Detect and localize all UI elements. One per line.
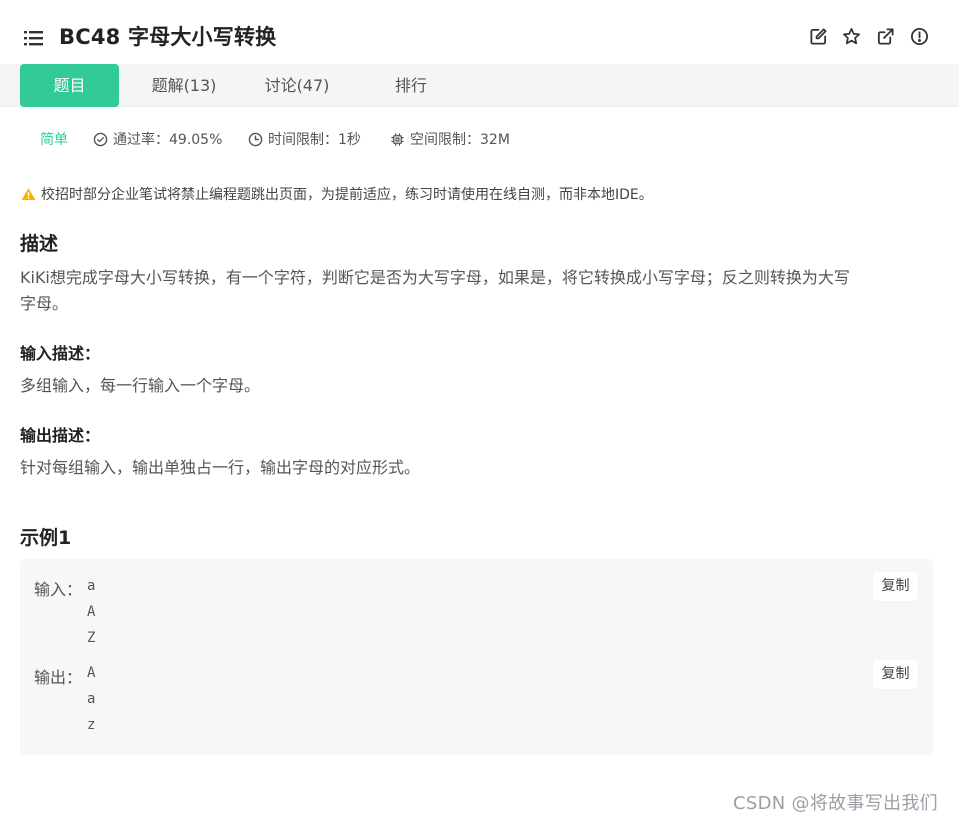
tab-ranking[interactable]: 排行 bbox=[380, 64, 442, 107]
exam-notice: 校招时部分企业笔试将禁止编程题跳出页面，为提前适应，练习时请使用在线自测，而非本… bbox=[21, 185, 653, 205]
description-line-2: 字母。 bbox=[20, 294, 69, 313]
watermark: CSDN @将故事写出我们 bbox=[733, 793, 938, 814]
example-input-line: A bbox=[87, 604, 96, 620]
example-input-line: a bbox=[87, 578, 96, 594]
tab-problem[interactable]: 题目 bbox=[20, 64, 119, 107]
chip-icon bbox=[391, 133, 404, 146]
input-desc-text: 多组输入，每一行输入一个字母。 bbox=[20, 376, 261, 395]
copy-input-button[interactable]: 复制 bbox=[873, 572, 918, 601]
time-limit-text: 时间限制：1秒 bbox=[268, 132, 361, 148]
example-input-line: Z bbox=[87, 630, 96, 646]
example-output-line: a bbox=[87, 691, 96, 707]
clock-icon bbox=[248, 132, 263, 147]
description-heading: 描述 bbox=[20, 233, 59, 255]
notice-text: 校招时部分企业笔试将禁止编程题跳出页面，为提前适应，练习时请使用在线自测，而非本… bbox=[41, 187, 653, 203]
difficulty-label: 简单 bbox=[40, 132, 68, 148]
output-desc-heading: 输出描述： bbox=[20, 426, 101, 445]
problem-header: BC48 字母大小写转换 bbox=[0, 0, 959, 66]
pass-rate: 通过率：49.05% bbox=[93, 130, 222, 150]
output-desc-text: 针对每组输入，输出单独占一行，输出字母的对应形式。 bbox=[20, 458, 421, 477]
copy-output-button[interactable]: 复制 bbox=[873, 660, 918, 689]
space-limit-text: 空间限制：32M bbox=[410, 132, 510, 148]
edit-icon[interactable] bbox=[809, 27, 828, 46]
warning-icon bbox=[21, 188, 36, 200]
menu-list-icon[interactable] bbox=[24, 29, 44, 47]
check-circle-icon bbox=[93, 132, 108, 147]
example-output-line: z bbox=[87, 717, 96, 733]
space-limit: 空间限制：32M bbox=[390, 130, 510, 150]
example-box: 输入： a A Z 复制 输出： A a z 复制 bbox=[20, 559, 933, 755]
input-desc-heading: 输入描述： bbox=[20, 344, 101, 363]
pass-rate-text: 通过率：49.05% bbox=[113, 132, 223, 148]
example-output-line: A bbox=[87, 665, 96, 681]
time-limit: 时间限制：1秒 bbox=[248, 130, 361, 150]
tab-bar: 题目 题解(13) 讨论(47) 排行 bbox=[0, 64, 959, 107]
tab-solutions[interactable]: 题解(13) bbox=[140, 64, 228, 107]
example-output-label: 输出： bbox=[34, 668, 83, 687]
page-title: BC48 字母大小写转换 bbox=[59, 25, 277, 49]
example-input-lines: a A Z bbox=[87, 573, 95, 651]
example-output-lines: A a z bbox=[87, 660, 95, 738]
description-text: KiKi想完成字母大小写转换，有一个字符，判断它是否为大写字母，如果是，将它转换… bbox=[20, 265, 935, 317]
external-link-icon[interactable] bbox=[876, 27, 895, 46]
star-icon[interactable] bbox=[842, 27, 861, 46]
description-line-1: KiKi想完成字母大小写转换，有一个字符，判断它是否为大写字母，如果是，将它转换… bbox=[20, 268, 850, 287]
example-input-label: 输入： bbox=[34, 580, 83, 599]
alert-circle-icon[interactable] bbox=[910, 27, 929, 46]
example-heading: 示例1 bbox=[20, 527, 72, 549]
tab-discussion[interactable]: 讨论(47) bbox=[253, 64, 341, 107]
